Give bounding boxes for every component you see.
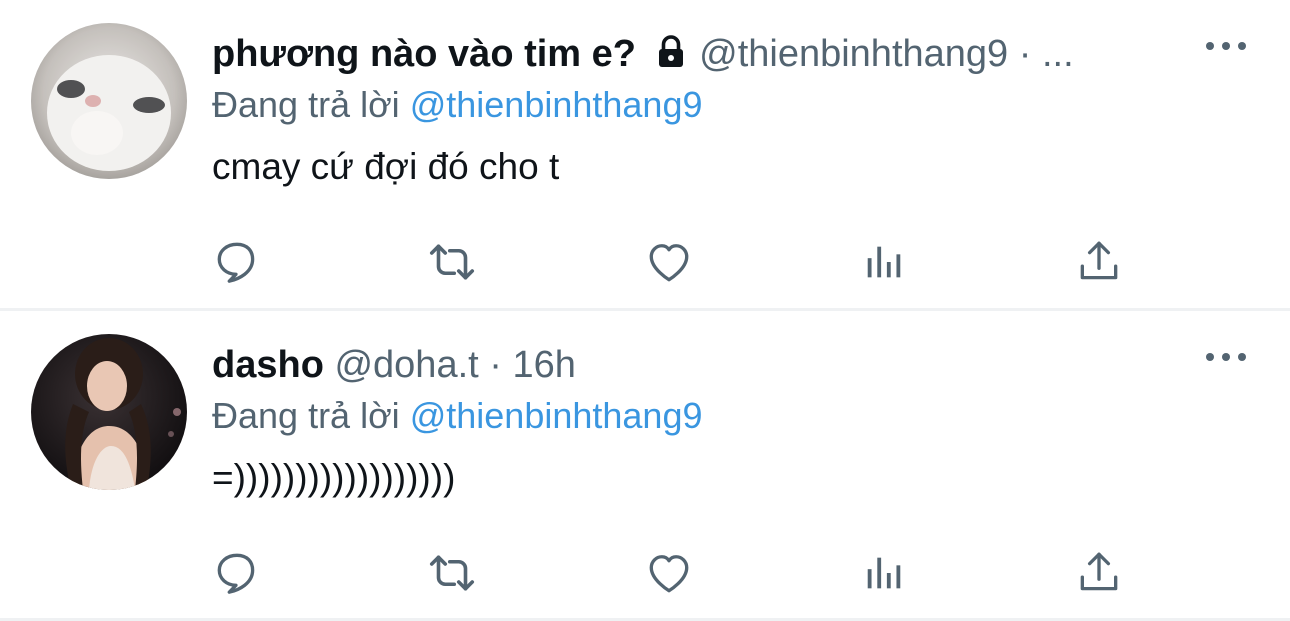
tweet-text: cmay cứ đợi đó cho t <box>212 146 560 187</box>
display-name[interactable]: dasho <box>212 344 324 386</box>
user-handle[interactable]: @thienbinhthang9 <box>699 33 1008 75</box>
cat-avatar-image <box>31 23 187 179</box>
reply-to-handle-link[interactable]: @thienbinhthang9 <box>410 84 703 125</box>
tweet-content: dasho @doha.t · 16h Đang trả lời @thienb… <box>212 341 1230 503</box>
like-icon[interactable] <box>642 546 696 600</box>
replying-to-label: Đang trả lời <box>212 395 400 436</box>
tweet-actions <box>212 235 1132 289</box>
retweet-icon[interactable] <box>425 546 479 600</box>
replying-to: Đang trả lời @thienbinhthang9 <box>212 80 1230 130</box>
more-options-icon[interactable] <box>1206 347 1246 367</box>
analytics-icon[interactable] <box>857 546 911 600</box>
avatar[interactable] <box>31 334 187 490</box>
share-icon[interactable] <box>1072 546 1126 600</box>
reply-icon[interactable] <box>210 235 264 289</box>
retweet-icon[interactable] <box>425 235 479 289</box>
avatar[interactable] <box>31 23 187 179</box>
tweet-actions <box>212 546 1132 600</box>
reply-to-handle-link[interactable]: @thienbinhthang9 <box>410 395 703 436</box>
reply-icon[interactable] <box>210 546 264 600</box>
tweet[interactable]: phương nào vào tim e? @thienbinhthang9 ·… <box>0 0 1290 310</box>
display-name[interactable]: phương nào vào tim e? <box>212 33 636 75</box>
tweet-content: phương nào vào tim e? @thienbinhthang9 ·… <box>212 30 1230 192</box>
tweet-header: dasho @doha.t · 16h <box>212 341 1230 389</box>
analytics-icon[interactable] <box>857 235 911 289</box>
portrait-avatar-image <box>31 334 187 490</box>
like-icon[interactable] <box>642 235 696 289</box>
user-handle[interactable]: @doha.t <box>334 344 478 386</box>
replying-to: Đang trả lời @thienbinhthang9 <box>212 391 1230 441</box>
tweet[interactable]: dasho @doha.t · 16h Đang trả lời @thienb… <box>0 311 1290 621</box>
lock-icon <box>653 34 689 82</box>
replying-to-label: Đang trả lời <box>212 84 400 125</box>
tweet-header: phương nào vào tim e? @thienbinhthang9 ·… <box>212 30 1230 78</box>
share-icon[interactable] <box>1072 235 1126 289</box>
more-options-icon[interactable] <box>1206 36 1246 56</box>
timestamp[interactable]: ... <box>1042 33 1074 75</box>
tweet-text: =)))))))))))))))))) <box>212 457 456 498</box>
separator-dot: · <box>489 344 502 386</box>
separator-dot: · <box>1018 33 1032 75</box>
timestamp[interactable]: 16h <box>512 344 575 386</box>
